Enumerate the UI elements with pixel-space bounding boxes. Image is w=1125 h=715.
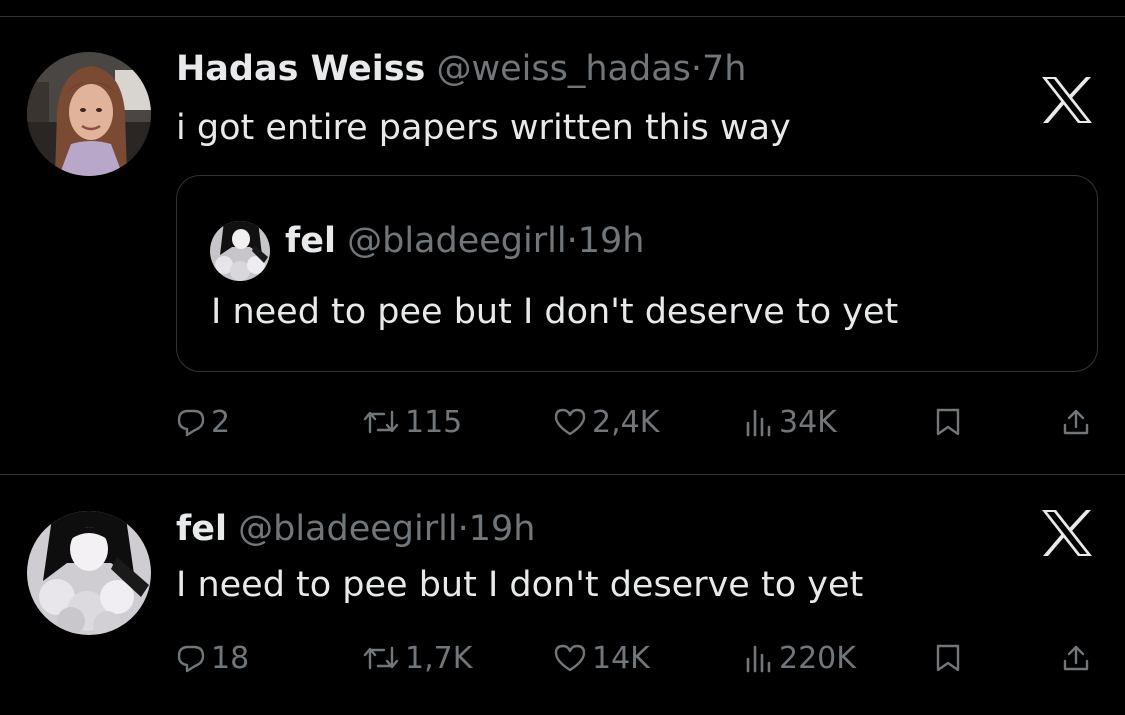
author-name[interactable]: fel — [176, 509, 227, 549]
tweet-header: fel @bladeegirll·19h — [176, 507, 535, 551]
like-button[interactable]: 14K — [553, 633, 650, 683]
bookmark-icon — [933, 407, 963, 437]
tweet-actions: 18 1,7K 14K 220K — [176, 633, 1106, 683]
views-icon — [744, 643, 774, 673]
repost-count: 115 — [405, 404, 463, 440]
repost-button[interactable]: 1,7K — [362, 633, 472, 683]
avatar-hadas-weiss[interactable] — [27, 52, 151, 176]
like-count: 14K — [592, 640, 650, 676]
repost-button[interactable]: 115 — [362, 397, 462, 447]
views-icon — [744, 407, 774, 437]
tweet-header: Hadas Weiss @weiss_hadas·7h — [176, 47, 746, 91]
tweet-text: i got entire papers written this way — [176, 108, 791, 148]
quoted-time-separator: · — [566, 221, 578, 261]
views-count: 220K — [779, 640, 856, 676]
quoted-author-name[interactable]: fel — [285, 221, 336, 261]
share-icon — [1061, 407, 1091, 437]
reply-icon — [176, 407, 206, 437]
time-separator: · — [690, 49, 703, 89]
author-name[interactable]: Hadas Weiss — [176, 49, 425, 89]
share-icon — [1061, 643, 1091, 673]
tweet-text: I need to pee but I don't deserve to yet — [176, 565, 864, 605]
reply-count: 18 — [211, 640, 250, 676]
views-button[interactable]: 220K — [744, 633, 856, 683]
views-count: 34K — [779, 404, 837, 440]
author-handle[interactable]: @bladeegirll — [238, 509, 457, 549]
author-handle[interactable]: @weiss_hadas — [437, 49, 691, 89]
reply-button[interactable]: 2 — [176, 397, 230, 447]
heart-icon — [553, 643, 587, 673]
bookmark-button[interactable] — [933, 633, 963, 683]
like-count: 2,4K — [592, 404, 660, 440]
quoted-tweet-header: fel @bladeegirll·19h — [285, 219, 644, 263]
share-button[interactable] — [1061, 633, 1091, 683]
repost-icon — [362, 643, 400, 673]
tweet-actions: 2 115 2,4K 34K — [176, 397, 1106, 447]
tweet-fel[interactable]: fel @bladeegirll·19h I need to pee but I… — [0, 475, 1125, 715]
quoted-tweet-text: I need to pee but I don't deserve to yet — [211, 292, 899, 332]
reply-count: 2 — [211, 404, 231, 440]
bookmark-icon — [933, 643, 963, 673]
quoted-tweet-card[interactable]: fel @bladeegirll·19h I need to pee but I… — [176, 175, 1098, 372]
tweet-time[interactable]: 19h — [469, 509, 536, 549]
x-logo-icon[interactable] — [1042, 510, 1092, 556]
bookmark-button[interactable] — [933, 397, 963, 447]
avatar-fel[interactable] — [27, 511, 151, 635]
share-button[interactable] — [1061, 397, 1091, 447]
quoted-tweet-time[interactable]: 19h — [578, 221, 645, 261]
tweet-time[interactable]: 7h — [702, 49, 746, 89]
time-separator: · — [457, 509, 469, 549]
heart-icon — [553, 407, 587, 437]
like-button[interactable]: 2,4K — [553, 397, 659, 447]
reply-button[interactable]: 18 — [176, 633, 249, 683]
views-button[interactable]: 34K — [744, 397, 837, 447]
x-logo-icon[interactable] — [1042, 77, 1092, 123]
repost-icon — [362, 407, 400, 437]
repost-count: 1,7K — [405, 640, 473, 676]
quoted-author-handle[interactable]: @bladeegirll — [347, 221, 566, 261]
tweet-hadas-weiss[interactable]: Hadas Weiss @weiss_hadas·7h i got entire… — [0, 0, 1125, 474]
reply-icon — [176, 643, 206, 673]
avatar-fel-small[interactable] — [210, 221, 270, 281]
